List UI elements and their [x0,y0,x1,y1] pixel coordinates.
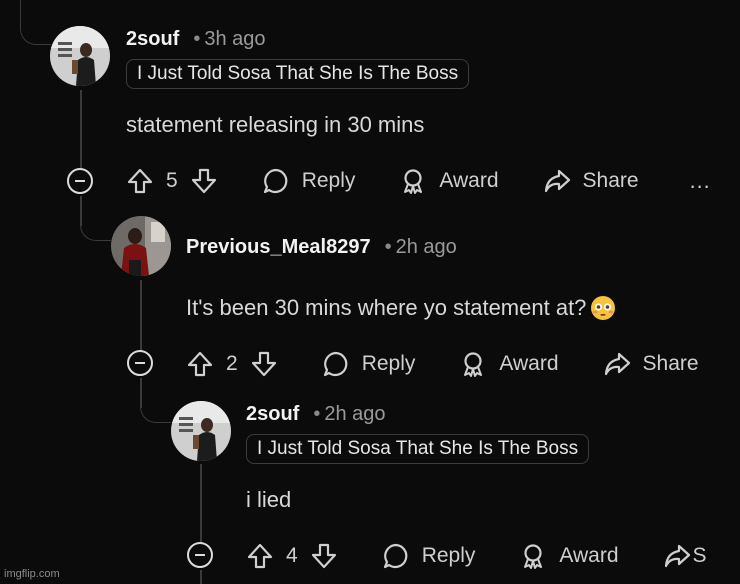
award-label: Award [439,169,499,192]
username[interactable]: 2souf [246,403,299,426]
thread-connector [20,0,51,45]
share-label: Share [642,352,699,375]
comment-body: statement releasing in 30 mins [126,110,424,140]
share-button[interactable]: Share [603,350,699,378]
comment-thread: 2souf • 3h ago I Just Told Sosa That She… [0,0,740,584]
avatar-image [111,216,171,276]
separator-dot: • [193,28,201,50]
comment-actions: 5 Reply Award Share … [126,163,712,199]
thread-line[interactable] [140,280,142,352]
comment-actions: 2 Reply Award Share [186,346,699,382]
award-icon [459,350,487,378]
vote-count: 5 [166,169,178,192]
award-button[interactable]: Award [399,167,499,195]
comment-body: It's been 30 mins where yo statement at? [186,293,616,323]
separator-dot: • [313,403,321,425]
collapse-button[interactable] [187,542,213,568]
downvote-icon[interactable] [250,350,278,378]
share-label: S [692,544,707,567]
comment-actions: 4 Reply Award S [246,538,707,574]
award-button[interactable]: Award [519,542,619,570]
award-label: Award [499,352,559,375]
collapse-button[interactable] [127,350,153,376]
avatar[interactable] [111,216,171,276]
comment-text: i lied [246,487,292,512]
comment-text: statement releasing in 30 mins [126,112,425,137]
reply-button[interactable]: Reply [322,350,416,378]
reply-label: Reply [361,352,416,375]
downvote-icon[interactable] [310,542,338,570]
award-button[interactable]: Award [459,350,559,378]
more-options-icon[interactable]: … [689,168,712,194]
user-flair: I Just Told Sosa That She Is The Boss [126,59,470,89]
upvote-icon[interactable] [126,167,154,195]
share-icon [543,167,571,195]
thread-line[interactable] [200,570,202,584]
share-label: Share [582,169,639,192]
share-button[interactable]: Share [543,167,639,195]
thread-line[interactable] [200,464,202,544]
award-icon [519,542,547,570]
upvote-icon[interactable] [246,542,274,570]
timestamp[interactable]: 3h ago [204,28,265,51]
username[interactable]: Previous_Meal8297 [186,236,371,259]
comment-meta: 2souf • 2h ago [246,403,386,426]
award-label: Award [559,544,619,567]
speech-bubble-icon [382,542,410,570]
comment-body: i lied [246,485,291,515]
share-icon [663,542,691,570]
separator-dot: • [384,236,392,258]
avatar-image [50,26,110,86]
comment-meta: Previous_Meal8297 • 2h ago [186,236,457,259]
vote-count: 4 [286,544,298,567]
user-flair: I Just Told Sosa That She Is The Boss [246,434,590,464]
downvote-icon[interactable] [190,167,218,195]
flushed-face-icon [590,295,616,321]
share-icon [603,350,631,378]
thread-connector [140,378,171,423]
watermark: imgflip.com [4,568,60,580]
award-icon [399,167,427,195]
username[interactable]: 2souf [126,28,179,51]
vote-count: 2 [226,352,238,375]
comment-meta: 2souf • 3h ago [126,28,266,51]
timestamp[interactable]: 2h ago [324,403,385,426]
thread-line[interactable] [80,90,82,172]
reply-label: Reply [421,544,476,567]
avatar-image [171,401,231,461]
comment-text: It's been 30 mins where yo statement at? [186,295,587,320]
speech-bubble-icon [262,167,290,195]
reply-label: Reply [301,169,356,192]
reply-button[interactable]: Reply [382,542,476,570]
upvote-icon[interactable] [186,350,214,378]
thread-connector [80,196,111,241]
reply-button[interactable]: Reply [262,167,356,195]
collapse-button[interactable] [67,168,93,194]
avatar[interactable] [171,401,231,461]
avatar[interactable] [50,26,110,86]
share-button[interactable]: S [663,542,707,570]
timestamp[interactable]: 2h ago [396,236,457,259]
speech-bubble-icon [322,350,350,378]
